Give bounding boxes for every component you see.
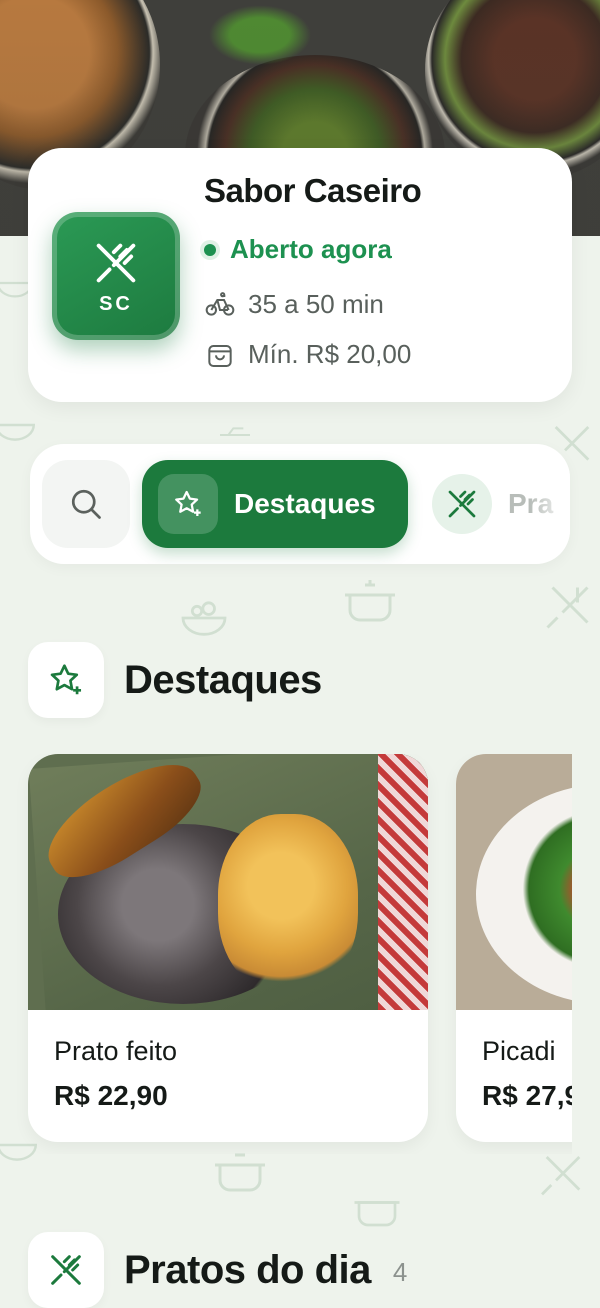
star-sparkle-icon — [50, 664, 82, 695]
section-header-destaques: Destaques — [28, 642, 322, 718]
tab-destaques-label: Destaques — [234, 488, 376, 519]
minimum-order: Mín. R$ 20,00 — [204, 338, 411, 370]
fork-knife-doodle-icon — [541, 1156, 581, 1196]
tab-destaques[interactable]: Destaques — [142, 460, 408, 548]
featured-products-carousel: Prato feito R$ 22,90 Picadi R$ 27,9 — [0, 754, 572, 1154]
product-card[interactable]: Prato feito R$ 22,90 — [28, 754, 428, 1142]
search-icon — [71, 489, 101, 519]
restaurant-name: Sabor Caseiro — [204, 172, 422, 209]
restaurant-info-card: SC Sabor Caseiro Aberto agora 35 a 50 mi… — [28, 148, 572, 402]
section-item-count: 4 — [392, 1256, 408, 1287]
restaurant-logo: SC — [52, 212, 180, 340]
bowl-doodle-icon — [0, 423, 36, 441]
fork-knife-icon — [51, 1255, 81, 1285]
product-name: Prato feito — [54, 1036, 178, 1066]
section-title: Pratos do dia — [124, 1247, 371, 1292]
section-header-pratos-do-dia: Pratos do dia 4 — [28, 1232, 407, 1308]
logo-initials: SC — [99, 292, 133, 315]
section-title: Destaques — [124, 657, 322, 702]
star-sparkle-icon — [175, 490, 201, 516]
product-card[interactable]: Picadi R$ 27,9 — [456, 754, 572, 1142]
category-tab-bar: Destaques Pra — [30, 444, 570, 564]
product-photo — [456, 754, 572, 1010]
shopping-bag-icon — [208, 345, 232, 367]
fork-knife-icon — [448, 490, 476, 518]
pot-doodle-icon — [345, 580, 395, 622]
open-status: Aberto agora — [200, 234, 392, 265]
status-text: Aberto agora — [230, 234, 392, 264]
product-price: R$ 22,90 — [54, 1080, 168, 1111]
bicycle-icon — [205, 292, 235, 316]
delivery-time-text: 35 a 50 min — [248, 288, 384, 319]
delivery-time: 35 a 50 min — [204, 288, 384, 320]
product-price: R$ 27,9 — [482, 1080, 572, 1111]
status-dot-icon — [200, 239, 220, 260]
product-name: Picadi — [482, 1036, 556, 1066]
fork-knife-doodle-icon — [546, 586, 589, 629]
fork-knife-icon — [96, 243, 136, 282]
minimum-order-text: Mín. R$ 20,00 — [248, 338, 412, 369]
pot-doodle-icon — [354, 1201, 400, 1227]
bowl-doodle-icon — [181, 601, 227, 636]
search-button[interactable] — [42, 460, 130, 548]
product-photo — [28, 754, 428, 1010]
